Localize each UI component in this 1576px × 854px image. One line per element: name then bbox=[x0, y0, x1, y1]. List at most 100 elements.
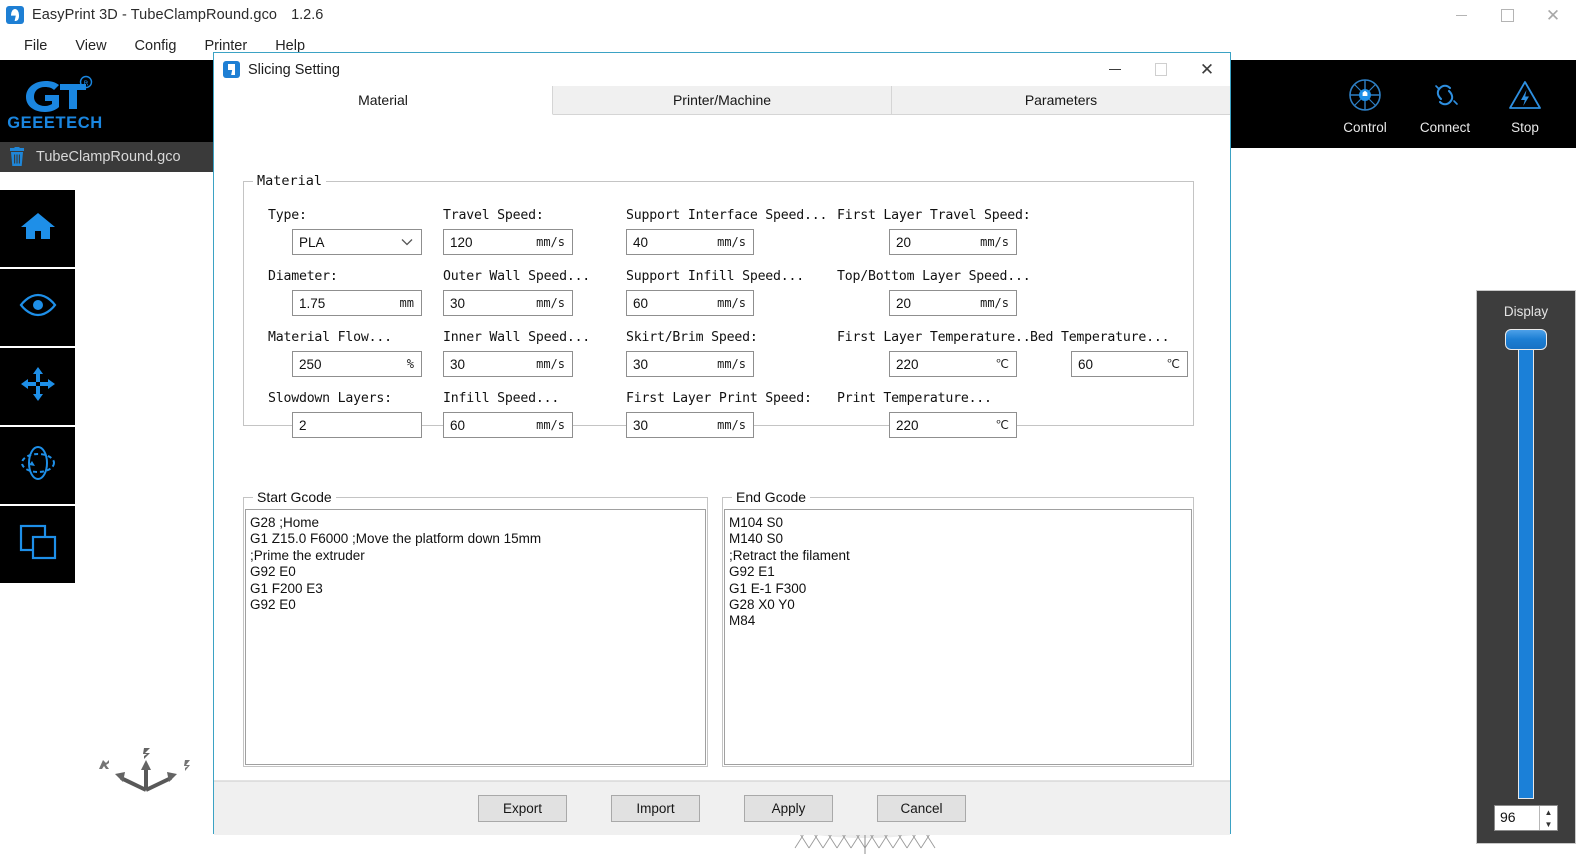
app-logo-icon bbox=[6, 6, 24, 24]
travel-speed-value: 120 bbox=[444, 235, 536, 250]
field-print-temperature-label: Print Temperature... bbox=[837, 391, 1042, 406]
import-button[interactable]: Import bbox=[611, 795, 700, 822]
outer-wall-speed-input[interactable]: 30 mm/s bbox=[443, 290, 573, 316]
menu-view[interactable]: View bbox=[61, 34, 120, 58]
field-top-bottom-layer-speed: Top/Bottom Layer Speed... 20 mm/s bbox=[837, 269, 1042, 316]
first-layer-travel-speed-input[interactable]: 20 mm/s bbox=[889, 229, 1017, 255]
cancel-button[interactable]: Cancel bbox=[877, 795, 966, 822]
stepper-up-icon[interactable]: ▲ bbox=[1540, 806, 1557, 818]
layer-slider-thumb[interactable] bbox=[1505, 329, 1547, 350]
app-close-button[interactable]: ✕ bbox=[1530, 0, 1576, 30]
application-window: EasyPrint 3D - TubeClampRound.gco 1.2.6 … bbox=[0, 0, 1576, 854]
tab-parameters[interactable]: Parameters bbox=[892, 86, 1230, 115]
support-infill-speed-input[interactable]: 60 mm/s bbox=[626, 290, 754, 316]
tab-printer-machine[interactable]: Printer/Machine bbox=[553, 86, 892, 115]
field-diameter-label: Diameter: bbox=[268, 269, 421, 284]
stop-action[interactable]: Stop bbox=[1490, 77, 1560, 135]
axis-gizmo-icon bbox=[91, 742, 201, 812]
first-layer-temperature-input[interactable]: 220 ℃ bbox=[889, 351, 1017, 377]
trash-icon[interactable] bbox=[8, 147, 26, 167]
top-bottom-layer-speed-input[interactable]: 20 mm/s bbox=[889, 290, 1017, 316]
field-type: Type: PLA bbox=[268, 208, 421, 255]
bed-temperature-unit: ℃ bbox=[1167, 357, 1187, 371]
material-flow-value: 250 bbox=[293, 357, 407, 372]
inner-wall-speed-unit: mm/s bbox=[536, 357, 572, 371]
support-interface-speed-input[interactable]: 40 mm/s bbox=[626, 229, 754, 255]
app-minimize-button[interactable] bbox=[1438, 0, 1484, 30]
home-icon bbox=[20, 210, 56, 247]
display-panel: Display 96 ▲ ▼ bbox=[1476, 290, 1576, 844]
field-first-layer-temperature-label: First Layer Temperature.. bbox=[837, 330, 1042, 345]
inner-wall-speed-value: 30 bbox=[444, 357, 536, 372]
dialog-close-button[interactable]: ✕ bbox=[1184, 53, 1230, 86]
field-top-bottom-layer-speed-label: Top/Bottom Layer Speed... bbox=[837, 269, 1042, 284]
diameter-input[interactable]: 1.75 mm bbox=[292, 290, 422, 316]
support-interface-speed-value: 40 bbox=[627, 235, 717, 250]
connect-action[interactable]: Connect bbox=[1410, 77, 1480, 135]
slicing-setting-dialog: Slicing Setting ✕ Material Printer/Machi… bbox=[213, 52, 1231, 834]
travel-speed-input[interactable]: 120 mm/s bbox=[443, 229, 573, 255]
field-skirt-brim-speed-label: Skirt/Brim Speed: bbox=[626, 330, 826, 345]
tool-move-button[interactable] bbox=[0, 348, 75, 425]
field-type-label: Type: bbox=[268, 208, 421, 223]
stop-lightning-icon bbox=[1508, 77, 1542, 113]
top-bottom-layer-speed-value: 20 bbox=[890, 296, 980, 311]
first-layer-print-speed-input[interactable]: 30 mm/s bbox=[626, 412, 754, 438]
skirt-brim-speed-input[interactable]: 30 mm/s bbox=[626, 351, 754, 377]
slowdown-layers-input[interactable]: 2 bbox=[292, 412, 422, 438]
bed-temperature-input[interactable]: 60 ℃ bbox=[1071, 351, 1188, 377]
first-layer-print-speed-value: 30 bbox=[627, 418, 717, 433]
field-first-layer-temperature: First Layer Temperature.. 220 ℃ bbox=[837, 330, 1042, 377]
geeetech-logo-icon: R bbox=[16, 75, 94, 115]
inner-wall-speed-input[interactable]: 30 mm/s bbox=[443, 351, 573, 377]
menu-file[interactable]: File bbox=[10, 34, 61, 58]
field-support-interface-speed-label: Support Interface Speed... bbox=[626, 208, 826, 223]
first-layer-travel-speed-unit: mm/s bbox=[980, 235, 1016, 249]
menu-config[interactable]: Config bbox=[121, 34, 191, 58]
control-wheel-icon bbox=[1348, 77, 1382, 113]
field-skirt-brim-speed: Skirt/Brim Speed: 30 mm/s bbox=[626, 330, 826, 377]
field-material-flow: Material Flow... 250 % bbox=[268, 330, 421, 377]
diameter-value: 1.75 bbox=[293, 296, 400, 311]
material-flow-input[interactable]: 250 % bbox=[292, 351, 422, 377]
control-action[interactable]: Control bbox=[1330, 77, 1400, 135]
tab-material[interactable]: Material bbox=[214, 86, 553, 115]
apply-button[interactable]: Apply bbox=[744, 795, 833, 822]
dialog-footer: Export Import Apply Cancel bbox=[214, 781, 1230, 835]
app-maximize-button[interactable] bbox=[1484, 0, 1530, 30]
layer-value-stepper[interactable]: 96 ▲ ▼ bbox=[1494, 805, 1558, 831]
first-layer-print-speed-unit: mm/s bbox=[717, 418, 753, 432]
print-temperature-input[interactable]: 220 ℃ bbox=[889, 412, 1017, 438]
start-gcode-textarea[interactable]: G28 ;Home G1 Z15.0 F6000 ;Move the platf… bbox=[245, 509, 706, 765]
print-temperature-unit: ℃ bbox=[996, 418, 1016, 432]
material-group-title: Material bbox=[253, 173, 326, 189]
field-first-layer-travel-speed: First Layer Travel Speed: 20 mm/s bbox=[837, 208, 1042, 255]
first-layer-temperature-unit: ℃ bbox=[996, 357, 1016, 371]
field-outer-wall-speed: Outer Wall Speed... 30 mm/s bbox=[443, 269, 595, 316]
tool-view-button[interactable] bbox=[0, 269, 75, 346]
support-interface-speed-unit: mm/s bbox=[717, 235, 753, 249]
material-group: Material Type: PLA Diameter: 1.75 bbox=[243, 181, 1194, 426]
tool-home-button[interactable] bbox=[0, 190, 75, 267]
type-select[interactable]: PLA bbox=[292, 229, 422, 255]
dialog-minimize-button[interactable] bbox=[1092, 53, 1138, 86]
export-button[interactable]: Export bbox=[478, 795, 567, 822]
control-action-label: Control bbox=[1343, 120, 1387, 135]
infill-speed-value: 60 bbox=[444, 418, 536, 433]
tool-rail bbox=[0, 190, 75, 585]
layer-slider[interactable] bbox=[1513, 329, 1539, 799]
diameter-unit: mm bbox=[400, 296, 421, 310]
end-gcode-title: End Gcode bbox=[732, 489, 810, 505]
tool-rotate-button[interactable] bbox=[0, 427, 75, 504]
dialog-maximize-button[interactable] bbox=[1138, 53, 1184, 86]
support-infill-speed-unit: mm/s bbox=[717, 296, 753, 310]
infill-speed-input[interactable]: 60 mm/s bbox=[443, 412, 573, 438]
field-first-layer-print-speed: First Layer Print Speed: 30 mm/s bbox=[626, 391, 826, 438]
travel-speed-unit: mm/s bbox=[536, 235, 572, 249]
stepper-down-icon[interactable]: ▼ bbox=[1540, 818, 1557, 830]
tool-scale-button[interactable] bbox=[0, 506, 75, 583]
layer-value[interactable]: 96 bbox=[1495, 806, 1539, 830]
end-gcode-textarea[interactable]: M104 S0 M140 S0 ;Retract the filament G9… bbox=[724, 509, 1192, 765]
layer-slider-track[interactable] bbox=[1518, 345, 1534, 799]
field-bed-temperature: Bed Temperature... 60 ℃ bbox=[1030, 330, 1190, 377]
